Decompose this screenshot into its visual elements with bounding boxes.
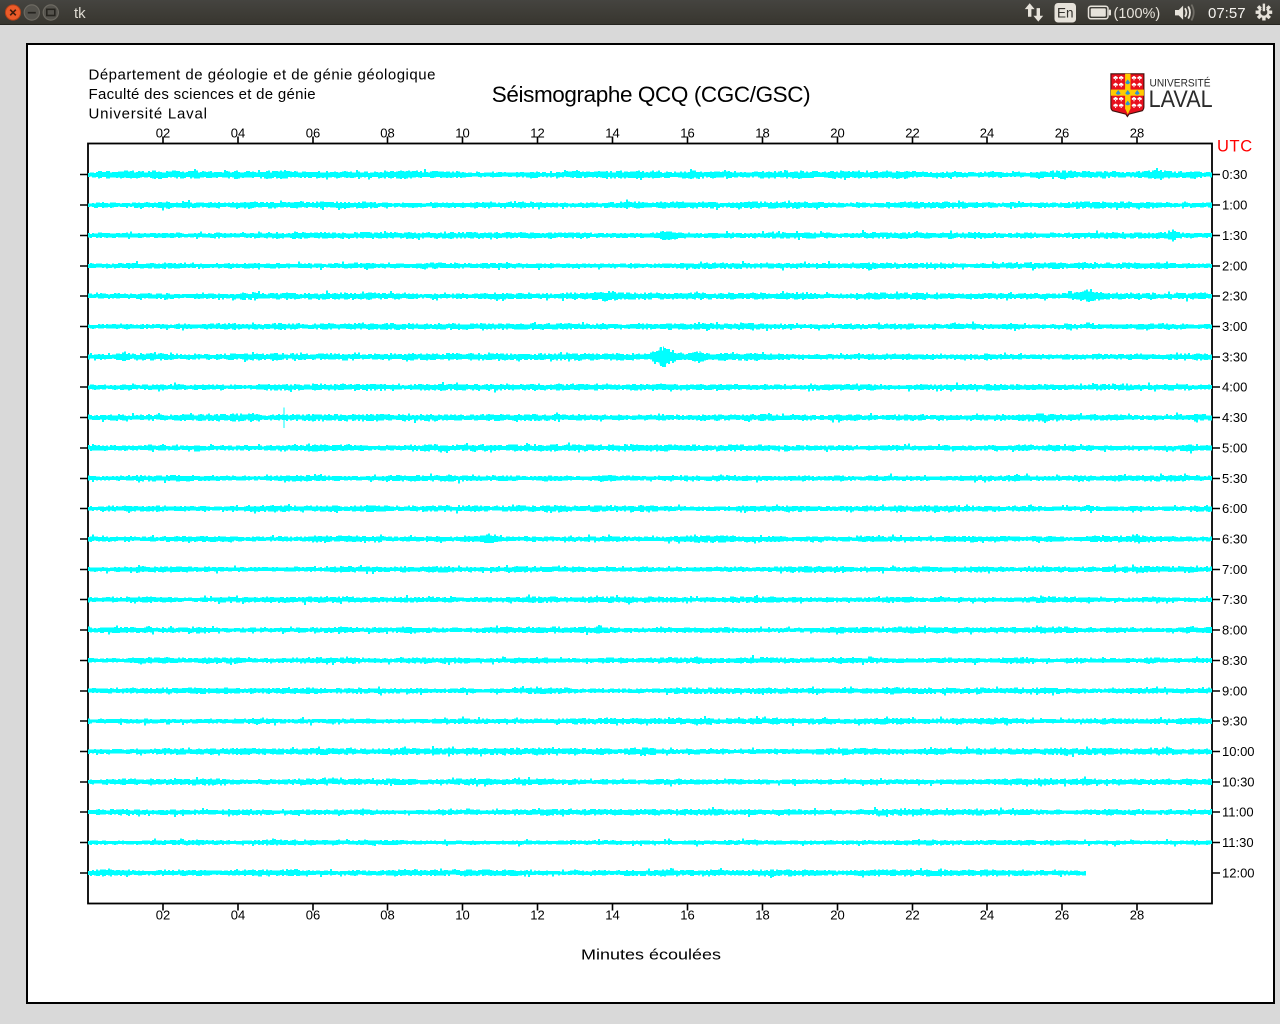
svg-text:3:30: 3:30: [1222, 350, 1247, 365]
svg-text:2:30: 2:30: [1222, 289, 1247, 304]
svg-text:16: 16: [680, 908, 694, 923]
svg-text:2:00: 2:00: [1222, 259, 1247, 274]
svg-text:8:30: 8:30: [1222, 653, 1247, 668]
svg-text:11:30: 11:30: [1222, 835, 1254, 850]
svg-text:24: 24: [980, 908, 994, 923]
svg-text:18: 18: [755, 908, 769, 923]
svg-text:24: 24: [980, 126, 994, 141]
svg-text:4:00: 4:00: [1222, 380, 1247, 395]
svg-text:7:00: 7:00: [1222, 562, 1247, 577]
svg-text:12: 12: [530, 126, 544, 141]
svg-text:08: 08: [380, 908, 394, 923]
svg-text:12: 12: [530, 908, 544, 923]
svg-text:3:00: 3:00: [1222, 319, 1247, 334]
svg-text:0:30: 0:30: [1222, 167, 1247, 182]
svg-text:07:57: 07:57: [1208, 5, 1246, 22]
svg-text:02: 02: [156, 908, 170, 923]
svg-text:14: 14: [605, 908, 619, 923]
svg-text:20: 20: [830, 126, 844, 141]
svg-text:16: 16: [680, 126, 694, 141]
svg-text:Séismographe QCQ (CGC/GSC): Séismographe QCQ (CGC/GSC): [492, 82, 810, 107]
svg-text:5:30: 5:30: [1222, 471, 1247, 486]
svg-text:14: 14: [605, 126, 619, 141]
svg-text:02: 02: [156, 126, 170, 141]
svg-text:tk: tk: [74, 5, 86, 22]
svg-text:11:00: 11:00: [1222, 805, 1254, 820]
svg-text:12:00: 12:00: [1222, 866, 1255, 881]
svg-text:6:00: 6:00: [1222, 501, 1247, 516]
svg-text:Minutes écoulées: Minutes écoulées: [581, 947, 721, 964]
svg-text:1:00: 1:00: [1222, 198, 1247, 213]
svg-text:1:30: 1:30: [1222, 228, 1247, 243]
svg-text:4:30: 4:30: [1222, 410, 1247, 425]
svg-text:8:00: 8:00: [1222, 623, 1247, 638]
svg-text:En: En: [1057, 6, 1074, 21]
svg-text:18: 18: [755, 126, 769, 141]
svg-text:10:00: 10:00: [1222, 744, 1255, 759]
svg-text:LAVAL: LAVAL: [1149, 86, 1213, 113]
svg-text:22: 22: [905, 908, 919, 923]
svg-text:04: 04: [231, 126, 245, 141]
svg-text:28: 28: [1130, 908, 1144, 923]
svg-text:7:30: 7:30: [1222, 592, 1247, 607]
svg-text:08: 08: [380, 126, 394, 141]
svg-text:5:00: 5:00: [1222, 441, 1247, 456]
svg-text:Département de géologie et de: Département de géologie et de génie géol…: [89, 67, 436, 84]
svg-text:26: 26: [1055, 908, 1069, 923]
svg-text:UTC: UTC: [1217, 138, 1253, 156]
svg-text:10: 10: [455, 126, 469, 141]
svg-text:28: 28: [1130, 126, 1144, 141]
svg-text:6:30: 6:30: [1222, 532, 1247, 547]
svg-text:(100%): (100%): [1114, 6, 1161, 22]
svg-text:06: 06: [306, 126, 320, 141]
svg-text:04: 04: [231, 908, 245, 923]
svg-text:10:30: 10:30: [1222, 775, 1255, 790]
svg-text:10: 10: [455, 908, 469, 923]
svg-text:9:00: 9:00: [1222, 684, 1247, 699]
svg-text:Faculté des sciences et de gén: Faculté des sciences et de génie: [89, 86, 316, 103]
svg-text:26: 26: [1055, 126, 1069, 141]
svg-text:22: 22: [905, 126, 919, 141]
svg-text:20: 20: [830, 908, 844, 923]
svg-text:9:30: 9:30: [1222, 714, 1247, 729]
svg-text:06: 06: [306, 908, 320, 923]
svg-text:Université Laval: Université Laval: [89, 105, 208, 122]
